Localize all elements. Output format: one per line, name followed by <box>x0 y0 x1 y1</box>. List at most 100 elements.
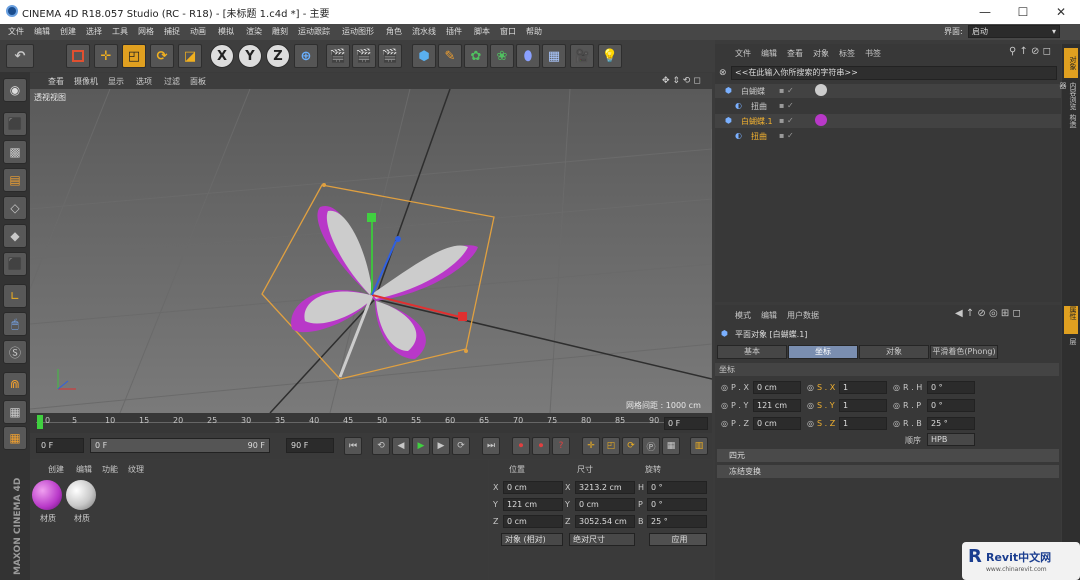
end-frame-field[interactable]: 90 F <box>286 438 334 453</box>
workplane-button[interactable]: ▤ <box>3 168 27 192</box>
autokey-button[interactable]: ⏺ <box>532 437 550 455</box>
material-tag-icon[interactable] <box>815 114 827 126</box>
menu-tools[interactable]: 工具 <box>112 26 128 37</box>
texture-mode-button[interactable]: ▩ <box>3 140 27 164</box>
menu-render[interactable]: 渲染 <box>246 26 262 37</box>
vp-menu-options[interactable]: 选项 <box>136 76 152 87</box>
key-position-button[interactable]: ✛ <box>582 437 600 455</box>
minimize-button[interactable]: — <box>966 0 1004 24</box>
magnet-button[interactable]: ⋒ <box>3 372 27 396</box>
vp-menu-filter[interactable]: 过滤 <box>164 76 180 87</box>
tree-row[interactable]: ⬢ 白蝴蝶 ▪ ✓ <box>715 84 1061 98</box>
key-rotation-button[interactable]: ⟳ <box>622 437 640 455</box>
nav-arrows-icon[interactable]: ◀ ↑ ⊘ ◎ ⊞ ◻ <box>955 308 1021 319</box>
preview-range-slider[interactable]: 0 F 90 F <box>90 438 270 453</box>
object-search-input[interactable]: <<在此输入你所搜索的字符串>> <box>731 66 1057 80</box>
record-button[interactable]: ⏺ <box>512 437 530 455</box>
size-y-field[interactable]: 0 cm <box>575 498 635 511</box>
lock-x-button[interactable]: X <box>210 44 234 68</box>
radio-icon[interactable]: ◎ <box>807 419 814 428</box>
rot-h-field[interactable]: 0 ° <box>927 381 975 394</box>
rotation-b-field[interactable]: 25 ° <box>647 515 707 528</box>
tweak-mode-button[interactable]: 🖱 <box>3 312 27 336</box>
tree-row[interactable]: ◐ 扭曲 ▪ ✓ <box>715 129 1061 143</box>
tab-layers[interactable]: 层 <box>1064 338 1078 354</box>
menu-window[interactable]: 窗口 <box>500 26 516 37</box>
menu-motion-tracking[interactable]: 运动跟踪 <box>298 26 330 37</box>
obj-menu-file[interactable]: 文件 <box>735 48 751 59</box>
go-to-start-button[interactable]: ⏮ <box>344 437 362 455</box>
pos-y-field[interactable]: 121 cm <box>753 399 801 412</box>
menu-snap[interactable]: 捕捉 <box>164 26 180 37</box>
attr-menu-mode[interactable]: 模式 <box>735 310 751 321</box>
material-tag-icon[interactable] <box>815 84 827 96</box>
axis-mode-button[interactable]: ∟ <box>3 284 27 308</box>
search-icon[interactable]: ⚲ ↑ ⊘ ◻ <box>1009 46 1051 57</box>
pen-tool-button[interactable]: ✎ <box>438 44 462 68</box>
layout-select[interactable]: 启动 ▾ <box>968 25 1060 38</box>
tree-row[interactable]: ⬢ 白蝴蝶.1 ▪ ✓ <box>715 114 1061 128</box>
material-swatch-2[interactable]: 材质 <box>66 480 98 526</box>
mat-menu-texture[interactable]: 纹理 <box>128 464 144 475</box>
scale-x-field[interactable]: 1 <box>839 381 887 394</box>
rotation-p-field[interactable]: 0 ° <box>647 498 707 511</box>
play-button[interactable]: ▶ <box>412 437 430 455</box>
visibility-toggles[interactable]: ▪ ✓ <box>779 101 794 110</box>
perspective-viewport[interactable]: 透视视图 网格间距 : 1000 cm <box>30 89 712 413</box>
key-pla-button[interactable]: ▦ <box>662 437 680 455</box>
mat-menu-create[interactable]: 创建 <box>48 464 64 475</box>
render-settings-button[interactable]: 🎬 <box>378 44 402 68</box>
menu-script[interactable]: 脚本 <box>474 26 490 37</box>
radio-icon[interactable]: ◎ <box>721 401 728 410</box>
camera-button[interactable]: 🎥 <box>570 44 594 68</box>
radio-icon[interactable]: ◎ <box>721 383 728 392</box>
make-editable-button[interactable]: ◉ <box>3 78 27 102</box>
timeline-ruler[interactable]: 0 5 10 15 20 25 30 35 40 45 50 55 60 65 … <box>30 413 712 433</box>
menu-mograph[interactable]: 运动图形 <box>342 26 374 37</box>
recent-tool-button[interactable]: ◪ <box>178 44 202 68</box>
floor-button[interactable]: ▦ <box>542 44 566 68</box>
obj-menu-object[interactable]: 对象 <box>813 48 829 59</box>
apply-button[interactable]: 应用 <box>649 533 707 546</box>
edges-mode-button[interactable]: ◆ <box>3 224 27 248</box>
tab-coord[interactable]: 坐标 <box>788 345 858 359</box>
attr-menu-userdata[interactable]: 用户数据 <box>787 310 819 321</box>
section-freeze-transform[interactable]: 冻结变换 <box>717 465 1059 478</box>
menu-help[interactable]: 帮助 <box>526 26 542 37</box>
size-z-field[interactable]: 3052.54 cm <box>575 515 635 528</box>
tab-phong[interactable]: 平滑着色(Phong) <box>930 345 998 359</box>
radio-icon[interactable]: ◎ <box>807 401 814 410</box>
subdivision-button[interactable]: ✿ <box>464 44 488 68</box>
rotate-tool-button[interactable]: ⟳ <box>150 44 174 68</box>
menu-mesh[interactable]: 网格 <box>138 26 154 37</box>
undo-button[interactable]: ↶ <box>6 44 34 68</box>
radio-icon[interactable]: ◎ <box>807 383 814 392</box>
mograph-cloner-button[interactable]: ❀ <box>490 44 514 68</box>
live-select-button[interactable] <box>66 44 90 68</box>
tab-structure[interactable]: 构造 <box>1064 114 1078 142</box>
lock-workplane-button[interactable]: ▦ <box>3 426 27 450</box>
snap-button[interactable]: Ⓢ <box>3 340 27 364</box>
light-button[interactable]: 💡 <box>598 44 622 68</box>
radio-icon[interactable]: ◎ <box>893 401 900 410</box>
move-tool-button[interactable]: ✛ <box>94 44 118 68</box>
attr-menu-edit[interactable]: 编辑 <box>761 310 777 321</box>
vp-menu-display[interactable]: 显示 <box>108 76 124 87</box>
visibility-toggles[interactable]: ▪ ✓ <box>779 131 794 140</box>
rotation-order-select[interactable]: HPB <box>927 433 975 446</box>
size-mode-select[interactable]: 绝对尺寸 <box>569 533 635 546</box>
polygons-mode-button[interactable]: ⬛ <box>3 252 27 276</box>
current-frame-field[interactable]: 0 F <box>664 417 708 430</box>
close-search-icon[interactable]: ⊗ <box>719 68 727 78</box>
rot-p-field[interactable]: 0 ° <box>927 399 975 412</box>
mat-menu-edit[interactable]: 编辑 <box>76 464 92 475</box>
menu-edit[interactable]: 编辑 <box>34 26 50 37</box>
menu-sculpt[interactable]: 雕刻 <box>272 26 288 37</box>
tab-object[interactable]: 对象 <box>859 345 929 359</box>
visibility-toggles[interactable]: ▪ ✓ <box>779 86 794 95</box>
deformer-button[interactable]: ⬮ <box>516 44 540 68</box>
menu-simulate[interactable]: 模拟 <box>218 26 234 37</box>
radio-icon[interactable]: ◎ <box>893 419 900 428</box>
menu-file[interactable]: 文件 <box>8 26 24 37</box>
grid-toggle-button[interactable]: ▦ <box>3 400 27 424</box>
